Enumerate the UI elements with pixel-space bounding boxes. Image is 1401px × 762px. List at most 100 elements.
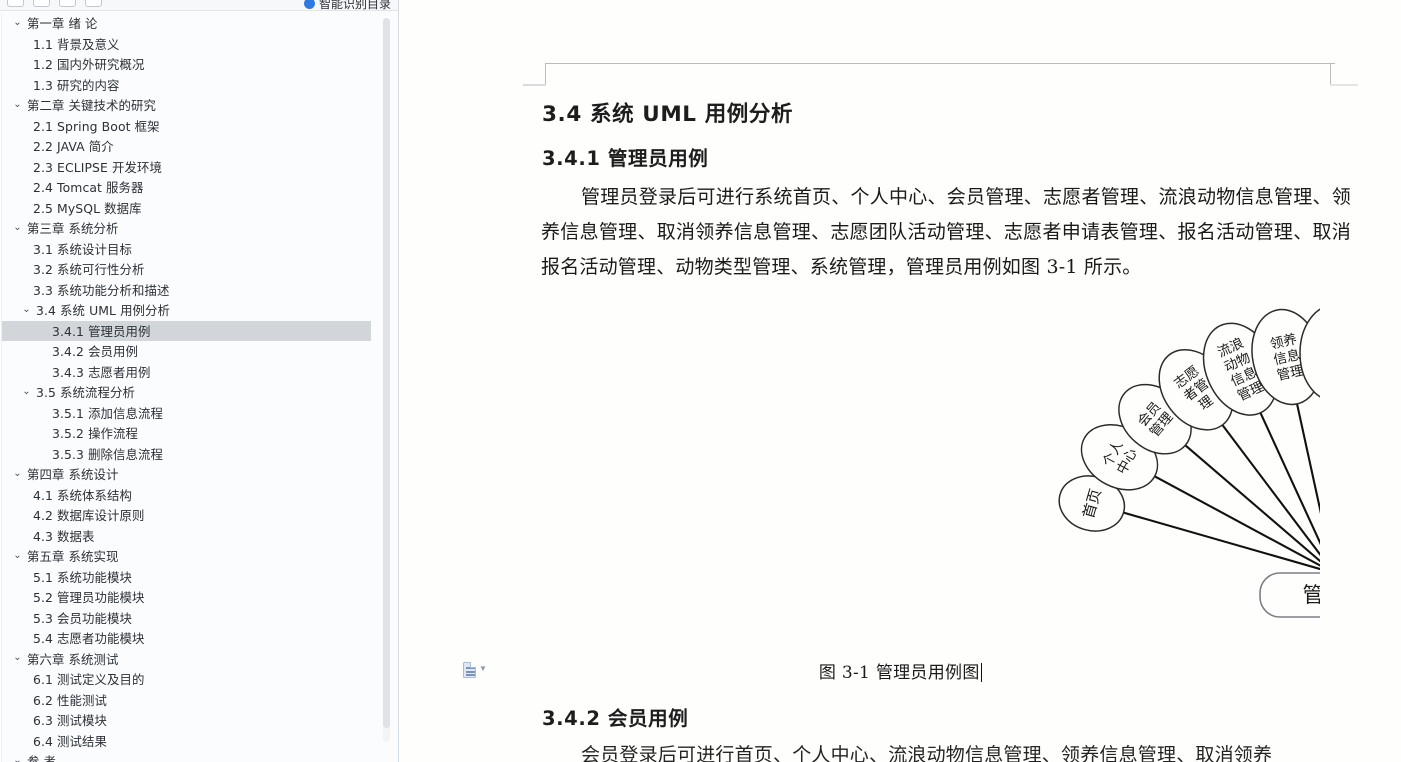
chevron-down-icon[interactable]: ⌄ xyxy=(11,550,24,561)
outline-item-label: 3.4 系统 UML 用例分析 xyxy=(36,303,171,319)
toc-toolbar-button-3[interactable] xyxy=(59,0,76,7)
outline-item-16[interactable]: 3.4.2 会员用例 xyxy=(2,341,383,362)
outline-item-5[interactable]: 2.1 Spring Boot 框架 xyxy=(2,116,383,137)
navigation-pane: 智能识别目录 ⌄ 第一章 绪 论 1.1 背景及意义 1.2 国内外研究概况 1.3 研… xyxy=(0,0,399,762)
outline-item-label: 参 考 xyxy=(27,754,57,762)
toc-toolbar-button-1[interactable] xyxy=(7,0,24,7)
outline-item-8[interactable]: 2.4 Tomcat 服务器 xyxy=(2,177,383,198)
outline-item-label: 2.2 JAVA 简介 xyxy=(33,139,114,155)
auto-detect-toc-toggle[interactable]: 智能识别目录 xyxy=(303,0,391,12)
text-cursor xyxy=(980,663,983,682)
heading-3-4-1: 3.4.1 管理员用例 xyxy=(542,147,709,170)
margin-mark-top-right-bar xyxy=(1330,84,1358,86)
outline-item-label: 2.3 ECLIPSE 开发环境 xyxy=(33,159,162,175)
chevron-down-icon[interactable]: ⌄ xyxy=(20,304,33,315)
outline-item-label: 3.5.1 添加信息流程 xyxy=(52,405,164,421)
outline-item-label: 1.3 研究的内容 xyxy=(33,77,120,93)
outline-item-label: 1.1 背景及意义 xyxy=(33,36,120,52)
outline-item-label: 第五章 系统实现 xyxy=(27,549,119,565)
outline-item-label: 第二章 关键技术的研究 xyxy=(27,98,156,114)
outline-item-30[interactable]: 5.4 志愿者功能模块 xyxy=(2,628,383,649)
heading-3-4: 3.4 系统 UML 用例分析 xyxy=(542,102,794,127)
toggle-indicator-icon xyxy=(303,0,315,9)
chevron-down-icon[interactable]: ⌄ xyxy=(11,652,24,663)
outline-item-34[interactable]: 6.3 测试模块 xyxy=(2,710,383,731)
outline-item-22[interactable]: ⌄ 第四章 系统设计 xyxy=(2,464,383,485)
uml-usecase-figure: 首页个人中心会员管理志愿者管理流浪动物信息管理领养信息管理取消领养信息管理志愿团… xyxy=(520,276,1320,636)
outline-item-17[interactable]: 3.4.3 志愿者用例 xyxy=(2,362,383,383)
toc-toolbar-button-4[interactable] xyxy=(85,0,102,7)
word-processor-window: 智能识别目录 ⌄ 第一章 绪 论 1.1 背景及意义 1.2 国内外研究概况 1.3 研… xyxy=(0,0,1401,762)
margin-mark-top-left-bar xyxy=(523,84,546,86)
outline-item-26[interactable]: ⌄ 第五章 系统实现 xyxy=(2,546,383,567)
outline-item-9[interactable]: 2.5 MySQL 数据库 xyxy=(2,198,383,219)
outline-item-label: 6.2 性能测试 xyxy=(33,692,108,708)
actor-label: 管理员 xyxy=(1303,583,1321,607)
outline-item-14[interactable]: ⌄ 3.4 系统 UML 用例分析 xyxy=(2,300,383,321)
outline-item-label: 6.4 测试结果 xyxy=(33,733,108,749)
outline-item-label: 4.1 系统体系结构 xyxy=(33,487,132,503)
paragraph-admin-usecase: 管理员登录后可进行系统首页、个人中心、会员管理、志愿者管理、流浪动物信息管理、领… xyxy=(541,186,1351,278)
outline-item-20[interactable]: 3.5.2 操作流程 xyxy=(2,423,383,444)
outline-item-25[interactable]: 4.3 数据表 xyxy=(2,526,383,547)
chevron-down-icon[interactable]: ⌄ xyxy=(20,386,33,397)
toc-toolbar-button-2[interactable] xyxy=(33,0,50,7)
outline-item-label: 2.4 Tomcat 服务器 xyxy=(33,180,144,196)
outline-item-label: 5.2 管理员功能模块 xyxy=(33,590,145,606)
outline-item-label: 3.5.2 操作流程 xyxy=(52,426,139,442)
figure-caption: 图 3-1 管理员用例图 xyxy=(400,658,1401,683)
outline-item-label: 第四章 系统设计 xyxy=(27,467,119,483)
outline-item-11[interactable]: 3.1 系统设计目标 xyxy=(2,239,383,260)
outline-item-label: 3.3 系统功能分析和描述 xyxy=(33,282,170,298)
outline-item-label: 3.4.3 志愿者用例 xyxy=(52,364,151,380)
outline-item-32[interactable]: 6.1 测试定义及目的 xyxy=(2,669,383,690)
document-outline-list[interactable]: ⌄ 第一章 绪 论 1.1 背景及意义 1.2 国内外研究概况 1.3 研究的内容 ⌄ 第二… xyxy=(1,13,383,762)
outline-item-label: 6.1 测试定义及目的 xyxy=(33,672,145,688)
outline-item-7[interactable]: 2.3 ECLIPSE 开发环境 xyxy=(2,157,383,178)
association-line xyxy=(1119,510,1320,571)
chevron-down-icon[interactable]: ⌄ xyxy=(11,468,24,479)
outline-item-1[interactable]: 1.1 背景及意义 xyxy=(2,34,383,55)
outline-item-10[interactable]: ⌄ 第三章 系统分析 xyxy=(2,218,383,239)
outline-item-label: 3.4.2 会员用例 xyxy=(52,344,139,360)
outline-item-4[interactable]: ⌄ 第二章 关键技术的研究 xyxy=(2,95,383,116)
document-page: 3.4 系统 UML 用例分析 3.4.1 管理员用例 管理员登录后可进行系统首… xyxy=(400,0,1401,762)
margin-mark-top-right-vertical xyxy=(1330,63,1331,85)
chevron-down-icon[interactable]: ⌄ xyxy=(11,99,24,110)
navigation-toolbar: 智能识别目录 xyxy=(0,0,398,11)
outline-item-13[interactable]: 3.3 系统功能分析和描述 xyxy=(2,280,383,301)
navigation-scrollbar-thumb[interactable] xyxy=(383,18,390,728)
outline-item-27[interactable]: 5.1 系统功能模块 xyxy=(2,567,383,588)
outline-item-label: 5.1 系统功能模块 xyxy=(33,569,132,585)
heading-3-4-2: 3.4.2 会员用例 xyxy=(542,707,689,730)
document-canvas[interactable]: 3.4 系统 UML 用例分析 3.4.1 管理员用例 管理员登录后可进行系统首… xyxy=(400,0,1401,762)
outline-item-21[interactable]: 3.5.3 删除信息流程 xyxy=(2,444,383,465)
outline-item-label: 2.1 Spring Boot 框架 xyxy=(33,118,160,134)
outline-item-24[interactable]: 4.2 数据库设计原则 xyxy=(2,505,383,526)
outline-item-18[interactable]: ⌄ 3.5 系统流程分析 xyxy=(2,382,383,403)
outline-item-33[interactable]: 6.2 性能测试 xyxy=(2,690,383,711)
outline-item-35[interactable]: 6.4 测试结果 xyxy=(2,731,383,752)
outline-item-12[interactable]: 3.2 系统可行性分析 xyxy=(2,259,383,280)
outline-item-label: 4.3 数据表 xyxy=(33,528,95,544)
chevron-down-icon[interactable]: ⌄ xyxy=(11,222,24,233)
outline-item-36[interactable]: ⌄ 参 考 xyxy=(2,751,383,762)
outline-item-0[interactable]: ⌄ 第一章 绪 论 xyxy=(2,13,383,34)
outline-item-label: 1.2 国内外研究概况 xyxy=(33,57,145,73)
outline-item-15[interactable]: 3.4.1 管理员用例 xyxy=(2,320,371,341)
auto-detect-toc-label: 智能识别目录 xyxy=(318,0,391,11)
outline-item-3[interactable]: 1.3 研究的内容 xyxy=(2,75,383,96)
outline-item-2[interactable]: 1.2 国内外研究概况 xyxy=(2,54,383,75)
chevron-down-icon[interactable]: ⌄ xyxy=(11,17,24,28)
chevron-down-icon[interactable]: ⌄ xyxy=(11,755,24,762)
outline-item-label: 3.5 系统流程分析 xyxy=(36,385,135,401)
outline-item-29[interactable]: 5.3 会员功能模块 xyxy=(2,608,383,629)
outline-item-19[interactable]: 3.5.1 添加信息流程 xyxy=(2,403,383,424)
association-line xyxy=(1295,399,1320,514)
outline-item-28[interactable]: 5.2 管理员功能模块 xyxy=(2,587,383,608)
outline-item-31[interactable]: ⌄ 第六章 系统测试 xyxy=(2,649,383,670)
outline-item-23[interactable]: 4.1 系统体系结构 xyxy=(2,485,383,506)
outline-item-6[interactable]: 2.2 JAVA 简介 xyxy=(2,136,383,157)
outline-item-label: 3.4.1 管理员用例 xyxy=(52,323,151,339)
navigation-scrollbar[interactable] xyxy=(383,18,390,742)
